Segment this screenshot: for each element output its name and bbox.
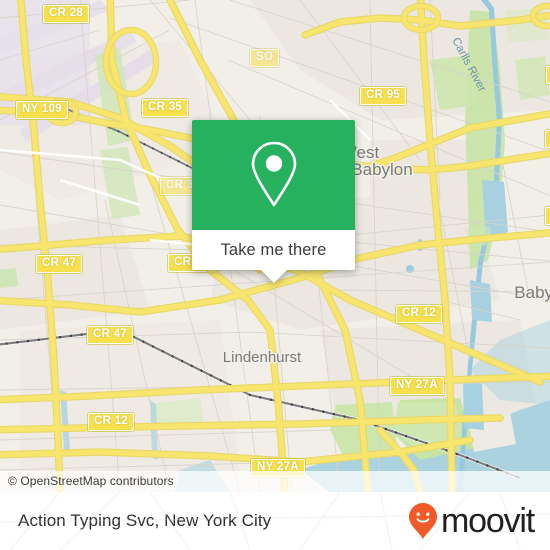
popup-action-bar[interactable]: Take me there xyxy=(192,230,355,283)
place-label: Babylon xyxy=(514,283,550,302)
moovit-wordmark: moovit xyxy=(441,502,535,540)
map-attribution: © OpenStreetMap contributors xyxy=(0,471,550,492)
road-shield: CR 47 xyxy=(36,255,83,273)
road-shield-label: NY 109 xyxy=(22,103,62,115)
moovit-brand[interactable]: moovit xyxy=(408,502,535,540)
road-shield: C xyxy=(546,66,550,84)
road-shield-label: SO xyxy=(256,51,274,63)
road-shield: NY 27A xyxy=(390,377,444,395)
location-popup-card[interactable]: Take me there xyxy=(192,120,355,283)
road-shield: CR 12 xyxy=(88,413,135,431)
road-shield: C xyxy=(545,130,550,148)
road-shield: NY 109 xyxy=(16,101,68,119)
popup-header xyxy=(192,120,355,230)
road-shield: CR 47 xyxy=(87,326,134,344)
map-screenshot: West Babylon Babylon Lindenhurst Carlls … xyxy=(0,0,550,550)
road-shield: CR 35 xyxy=(142,99,189,117)
road-shield: CR 95 xyxy=(360,87,407,105)
road-shield: SO xyxy=(250,49,280,67)
take-me-there-label: Take me there xyxy=(220,240,327,259)
moovit-pin-icon xyxy=(409,503,438,539)
road-shield-label: CR 3 xyxy=(166,179,194,191)
road-shield-label: CR 95 xyxy=(366,89,401,101)
place-label: Babylon xyxy=(351,160,412,179)
road-shield-label: CR 12 xyxy=(94,415,129,427)
road-shield-label: CR 35 xyxy=(148,101,183,113)
road-shield-label: CR 28 xyxy=(49,7,84,19)
road-shield-label: CR 47 xyxy=(93,328,128,340)
footer-bar: Action Typing Svc, New York City moovit xyxy=(0,492,550,550)
road-shield: CR 12 xyxy=(396,305,443,323)
road-shield-label: CR 12 xyxy=(402,307,437,319)
popup-pointer xyxy=(260,270,287,283)
road-shield-label: CR 47 xyxy=(42,257,77,269)
place-label: Lindenhurst xyxy=(223,349,302,366)
road-shield: CR 28 xyxy=(43,5,90,23)
location-pin-icon xyxy=(251,141,296,207)
road-shield: C xyxy=(545,207,550,225)
road-shield-label: NY 27A xyxy=(396,379,438,391)
